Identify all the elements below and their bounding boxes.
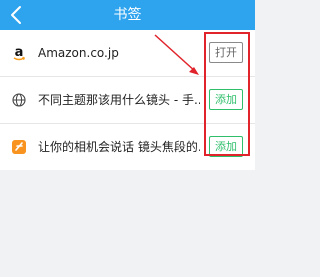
bookmark-title: 让你的相机会说话 镜头焦段的... <box>38 140 200 154</box>
bookmark-title: Amazon.co.jp <box>38 46 119 60</box>
page-title: 书签 <box>113 7 142 23</box>
bookmark-title: 不同主题那该用什么镜头 - 手... <box>38 93 200 107</box>
app-logo-icon <box>12 140 26 154</box>
globe-icon <box>12 93 26 107</box>
svg-text:a: a <box>15 45 24 60</box>
amazon-icon: a <box>13 45 26 61</box>
nav-bar: 书签 <box>0 0 255 30</box>
annotation-highlight-box <box>204 32 250 156</box>
